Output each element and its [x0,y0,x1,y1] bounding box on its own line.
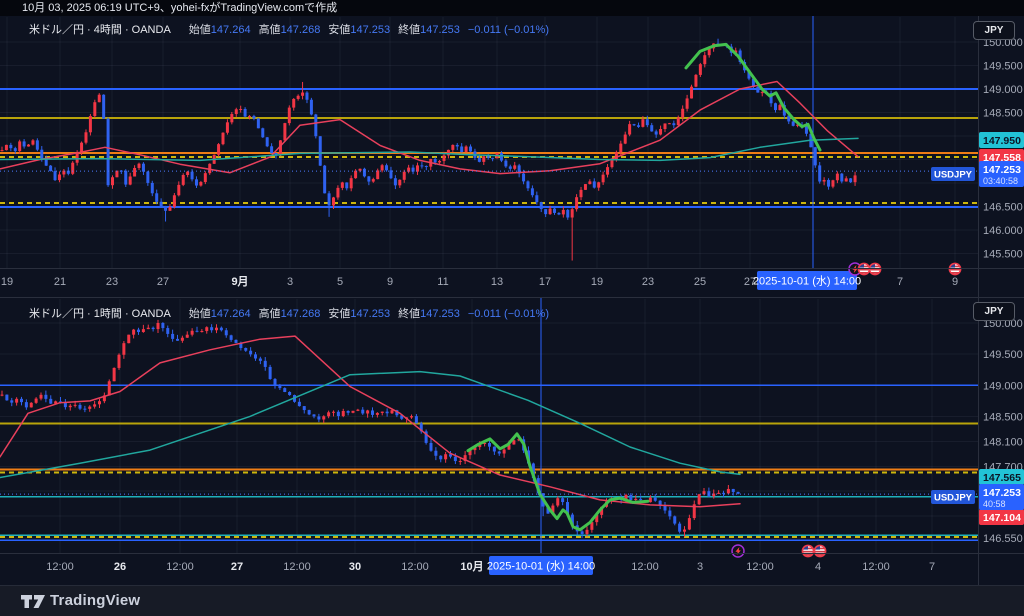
price-tick-label[interactable]: 149.000 [983,380,1023,392]
time-tick-label[interactable]: 4 [815,561,821,573]
close-value: 147.253 [420,24,460,36]
price-tick-label[interactable]: 148.100 [983,436,1023,448]
high-value: 147.268 [281,24,321,36]
svg-text:147.950: 147.950 [983,135,1021,147]
svg-text:147.565: 147.565 [983,472,1021,484]
price-tick-label[interactable]: 146.000 [983,225,1023,237]
price-tick-label[interactable]: 149.500 [983,349,1023,361]
currency-button-bottom[interactable]: JPY [973,302,1015,321]
candles-series-pane-1 [1,320,740,538]
high-label: 高値 [259,24,281,36]
footer-bar: TradingView [0,585,1024,616]
time-tick-label[interactable]: 12:00 [401,561,429,573]
time-tick-label[interactable]: 27 [231,561,243,573]
svg-text:147.253: 147.253 [983,164,1021,176]
close-label: 終値 [398,24,420,36]
tradingview-logo-text[interactable]: TradingView [50,592,140,609]
time-tick-label[interactable]: 3 [697,561,703,573]
time-tick-label[interactable]: 3 [287,276,293,288]
time-tick-label[interactable]: 7 [897,276,903,288]
time-axis-pane-0[interactable]: 192123279月35911131719232527792025-10-01 … [1,271,958,290]
symbol-title[interactable]: 米ドル／円 · 4時間 · OANDA [29,24,171,36]
ma-red-pane-1 [0,336,740,507]
time-tick-label[interactable]: 17 [539,276,551,288]
pane-0-legend: 米ドル／円 · 4時間 · OANDA始値147.264高値147.268安値1… [29,21,549,35]
time-tick-label[interactable]: 21 [54,276,66,288]
svg-text:USDJPY: USDJPY [934,493,973,504]
us-flag-event-icon[interactable] [814,545,826,557]
time-tick-label[interactable]: 12:00 [862,561,890,573]
time-axis-pane-1[interactable]: 12:00 26 12:00 27 12:00 30 12:00 10月 12:00 3 12:00… [46,556,935,575]
high-value: 147.268 [281,308,321,320]
change-value: −0.011 (−0.01%) [468,24,549,36]
time-tick-label[interactable]: 12:00 [166,561,194,573]
horizontal-lines-pane-0[interactable] [0,89,978,207]
symbol-title[interactable]: 米ドル／円 · 1時間 · OANDA [29,308,171,320]
economic-event-icon[interactable] [732,545,744,557]
svg-text:147.104: 147.104 [983,512,1021,524]
price-scale-pane-1[interactable]: 150.000149.500149.000148.500148.100147.7… [931,318,1024,545]
open-label: 始値 [189,24,211,36]
time-tick-label[interactable]: 12:00 [746,561,774,573]
ma-teal-pane-1 [0,372,740,478]
price-tick-label[interactable]: 145.500 [983,249,1023,261]
time-tick-label[interactable]: 19 [1,276,13,288]
horizontal-lines-pane-1[interactable] [0,385,978,540]
time-tick-label[interactable]: 12:00 [283,561,311,573]
time-tick-label[interactable]: 12:00 [631,561,659,573]
low-value: 147.253 [350,24,390,36]
time-tick-label[interactable]: 30 [349,561,361,573]
open-label: 始値 [189,308,211,320]
time-tick-label[interactable]: 26 [114,561,126,573]
time-tick-label[interactable]: 27 [157,276,169,288]
date-label-text: 2025-10-01 (水) 14:00 [487,560,595,573]
time-tick-label[interactable]: 13 [491,276,503,288]
candles-series-pane-0 [1,39,857,261]
time-tick-label[interactable]: 5 [337,276,343,288]
low-label: 安値 [328,24,350,36]
price-scale-pane-0[interactable]: 150.000149.500149.000148.500146.500146.0… [931,37,1024,261]
low-value: 147.253 [350,308,390,320]
open-value: 147.264 [211,308,251,320]
time-tick-label[interactable]: 9 [952,276,958,288]
time-tick-label[interactable]: 19 [591,276,603,288]
time-tick-label[interactable]: 23 [106,276,118,288]
high-label: 高値 [259,308,281,320]
close-label: 終値 [398,308,420,320]
currency-button-top[interactable]: JPY [973,21,1015,40]
time-tick-label[interactable]: 23 [642,276,654,288]
bar-countdown: 03:40:58 [983,176,1018,186]
grid-pane-1 [0,299,978,553]
price-tick-label[interactable]: 149.000 [983,84,1023,96]
time-tick-label[interactable]: 9 [387,276,393,288]
tradingview-logo-icon[interactable] [20,593,48,610]
time-tick-label[interactable]: 25 [694,276,706,288]
price-tick-label[interactable]: 149.500 [983,61,1023,73]
time-tick-label[interactable]: 12:00 [46,561,74,573]
price-tick-label[interactable]: 148.500 [983,411,1023,423]
pane-1-legend: 米ドル／円 · 1時間 · OANDA始値147.264高値147.268安値1… [29,305,549,319]
time-tick-label[interactable]: 11 [437,276,448,288]
time-tick-label[interactable]: 7 [929,561,935,573]
grid-pane-0 [0,17,978,268]
tradingview-screenshot: 10月 03, 2025 06:19 UTC+9、yohei-fxがTradin… [0,0,1024,616]
time-tick-label[interactable]: 10月 [460,560,483,573]
us-flag-event-icon[interactable] [802,545,814,557]
low-label: 安値 [328,308,350,320]
svg-text:147.253: 147.253 [983,487,1021,499]
bar-countdown: 40:58 [983,499,1006,509]
change-value: −0.011 (−0.01%) [468,308,549,320]
open-value: 147.264 [211,24,251,36]
svg-text:USDJPY: USDJPY [934,170,973,181]
price-tick-label[interactable]: 148.500 [983,108,1023,120]
price-tick-label[interactable]: 146.550 [983,533,1023,545]
price-tick-label[interactable]: 146.500 [983,202,1023,214]
date-label-text: 2025-10-01 (水) 14:00 [753,275,861,288]
close-value: 147.253 [420,308,460,320]
time-tick-label[interactable]: 9月 [231,275,248,288]
